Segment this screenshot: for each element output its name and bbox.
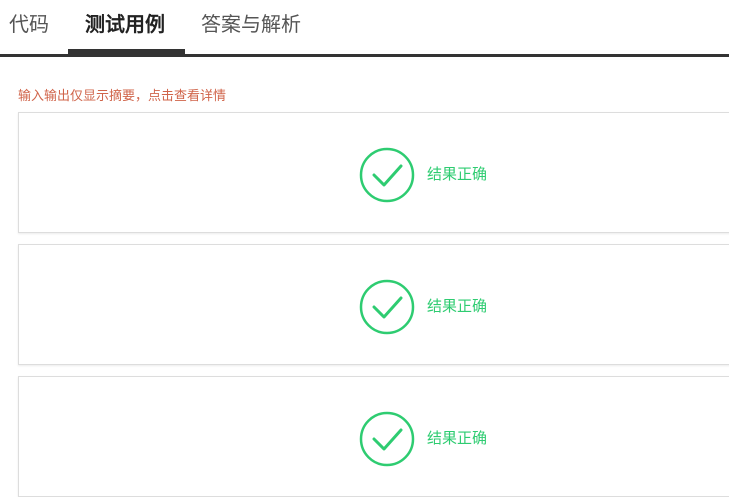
tab-code[interactable]: 代码 (9, 8, 49, 37)
check-circle-icon (359, 147, 415, 203)
test-case-card[interactable]: 结果正确 (18, 376, 729, 497)
summary-note: 输入输出仅显示摘要，点击查看详情 (18, 89, 227, 104)
result-status-label: 结果正确 (427, 165, 488, 183)
tab-bar: 代码 测试用例 答案与解析 (0, 0, 729, 57)
test-case-card[interactable]: 结果正确 (18, 244, 729, 365)
test-case-card[interactable]: 结果正确 (18, 112, 729, 233)
check-circle-icon (359, 279, 415, 335)
tab-divider (0, 54, 729, 57)
tab-answer-analysis[interactable]: 答案与解析 (201, 8, 301, 37)
result-status-label: 结果正确 (427, 429, 488, 447)
check-circle-icon (359, 411, 415, 467)
tab-test-cases[interactable]: 测试用例 (85, 8, 165, 37)
result-status-label: 结果正确 (427, 297, 488, 315)
